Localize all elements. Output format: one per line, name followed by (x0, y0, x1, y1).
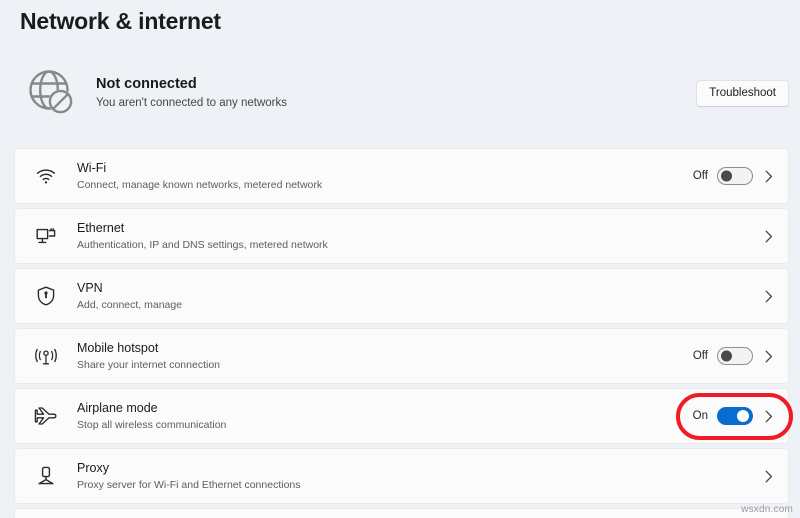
toggle-knob (737, 410, 749, 422)
settings-row-subtitle: Stop all wireless communication (77, 418, 227, 431)
chevron-right-icon[interactable] (762, 470, 776, 483)
wifi-toggle-label: Off (692, 170, 708, 182)
settings-list: Wi-Fi Connect, manage known networks, me… (14, 148, 789, 518)
settings-row-text: Mobile hotspot Share your internet conne… (77, 340, 692, 373)
wifi-icon (15, 165, 77, 187)
airplane-mode-toggle[interactable] (717, 407, 753, 425)
settings-row-partial[interactable] (14, 508, 789, 518)
settings-row-text: Proxy Proxy server for Wi-Fi and Etherne… (77, 460, 762, 493)
settings-row-title: Airplane mode (77, 400, 158, 415)
proxy-icon (15, 465, 77, 487)
settings-row-title: Proxy (77, 460, 109, 475)
settings-row-title: VPN (77, 280, 103, 295)
airplane-toggle-label: On (692, 410, 708, 422)
toggle-knob (721, 170, 732, 182)
chevron-right-icon[interactable] (762, 350, 776, 363)
settings-row-controls: Off (692, 347, 778, 365)
page-title: Network & internet (20, 8, 221, 34)
settings-row-controls (762, 230, 778, 243)
hotspot-toggle[interactable] (717, 347, 753, 365)
globe-disconnected-icon (14, 67, 90, 119)
settings-row-mobile-hotspot[interactable]: Mobile hotspot Share your internet conne… (14, 328, 789, 384)
hotspot-icon (15, 345, 77, 367)
settings-row-controls: On (692, 407, 778, 425)
settings-row-ethernet[interactable]: Ethernet Authentication, IP and DNS sett… (14, 208, 789, 264)
settings-row-text: Ethernet Authentication, IP and DNS sett… (77, 220, 762, 253)
connection-status-header: Not connected You aren't connected to an… (14, 53, 789, 133)
chevron-right-icon[interactable] (762, 290, 776, 303)
settings-row-subtitle: Share your internet connection (77, 358, 221, 371)
settings-row-controls: Off (692, 167, 778, 185)
settings-row-airplane-mode[interactable]: Airplane mode Stop all wireless communic… (14, 388, 789, 444)
wifi-toggle[interactable] (717, 167, 753, 185)
connection-status-subtitle: You aren't connected to any networks (96, 97, 288, 110)
chevron-right-icon[interactable] (762, 170, 776, 183)
settings-row-subtitle: Authentication, IP and DNS settings, met… (77, 238, 328, 251)
chevron-right-icon[interactable] (762, 230, 776, 243)
settings-row-wifi[interactable]: Wi-Fi Connect, manage known networks, me… (14, 148, 789, 204)
watermark: wsxdn.com (741, 504, 793, 515)
settings-row-title: Wi-Fi (77, 160, 107, 175)
hotspot-toggle-label: Off (692, 350, 708, 362)
settings-row-text: Airplane mode Stop all wireless communic… (77, 400, 692, 433)
connection-status-text: Not connected You aren't connected to an… (90, 74, 696, 113)
airplane-icon (15, 405, 77, 427)
toggle-knob (721, 350, 732, 362)
settings-row-proxy[interactable]: Proxy Proxy server for Wi-Fi and Etherne… (14, 448, 789, 504)
settings-row-subtitle: Connect, manage known networks, metered … (77, 178, 323, 191)
settings-row-subtitle: Proxy server for Wi-Fi and Ethernet conn… (77, 478, 301, 491)
settings-row-title: Mobile hotspot (77, 340, 159, 355)
settings-row-text: VPN Add, connect, manage (77, 280, 762, 313)
settings-row-title: Ethernet (77, 220, 125, 235)
ethernet-icon (15, 225, 77, 247)
vpn-shield-icon (15, 285, 77, 307)
settings-row-vpn[interactable]: VPN Add, connect, manage (14, 268, 789, 324)
settings-row-controls (762, 470, 778, 483)
settings-row-text: Wi-Fi Connect, manage known networks, me… (77, 160, 692, 193)
connection-status-title: Not connected (96, 75, 197, 92)
troubleshoot-button[interactable]: Troubleshoot (696, 79, 789, 107)
chevron-right-icon[interactable] (762, 410, 776, 423)
settings-row-controls (762, 290, 778, 303)
settings-row-subtitle: Add, connect, manage (77, 298, 183, 311)
